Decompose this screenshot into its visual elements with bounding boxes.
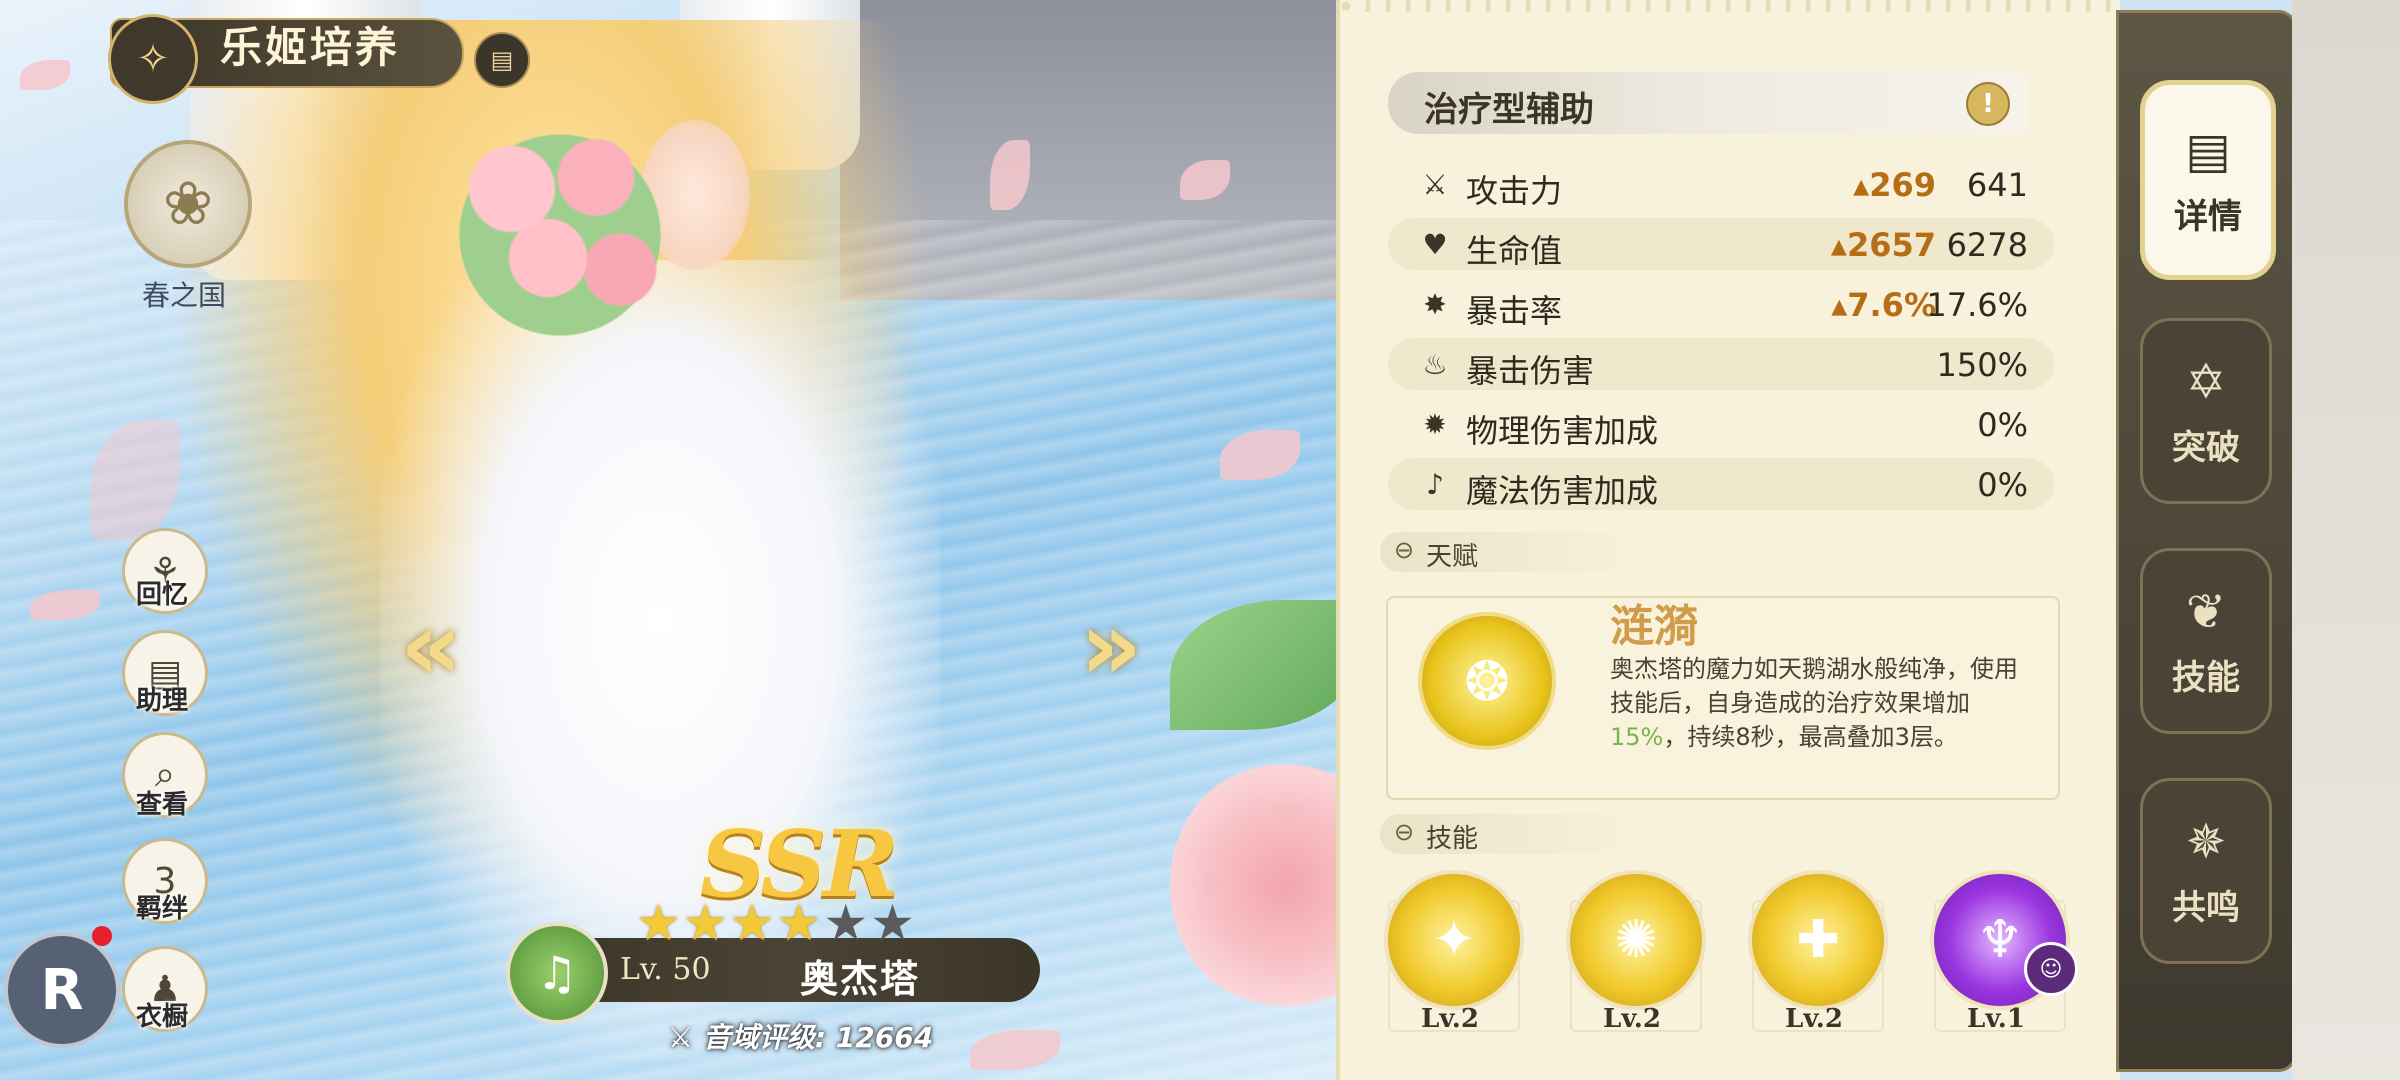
range-rating-text: 音域评级: 12664 — [702, 1021, 934, 1054]
stat-name: 暴击率 — [1466, 292, 1563, 330]
lyre-emblem-icon[interactable]: ✧ — [108, 14, 198, 104]
stat-value: 0% — [1977, 466, 2028, 504]
flower-emblem-icon[interactable]: ❀ — [124, 140, 252, 268]
eye-icon: ⊖ — [1394, 818, 1415, 846]
tab-details[interactable]: ▤ 详情 — [2140, 80, 2276, 280]
talent-desc-part1: 奥杰塔的魔力如天鹅湖水般纯净，使用技能后，自身造成的治疗效果增加 — [1610, 655, 2018, 717]
talent-name: 涟漪 — [1610, 601, 1698, 652]
stat-value: 6278 — [1946, 226, 2028, 264]
side-label-assist: 助理 — [135, 686, 188, 716]
star-icon: ★ — [870, 894, 915, 952]
panel-top-border — [1336, 0, 2116, 12]
role-label: 治疗型辅助 — [1424, 90, 1594, 130]
tab-breakthrough[interactable]: ✡ 突破 — [2140, 318, 2272, 504]
next-character-arrow-icon[interactable]: » — [1066, 590, 1156, 702]
petal — [20, 60, 70, 90]
heart-icon: ♥ — [1422, 228, 1448, 261]
physical-damage-icon: ✹ — [1423, 408, 1447, 441]
stat-row: ✹ 物理伤害加成 0% — [1388, 398, 2054, 450]
eye-icon: ⊖ — [1394, 536, 1415, 564]
magic-damage-icon: ♪ — [1426, 468, 1444, 501]
stat-name: 生命值 — [1466, 232, 1563, 270]
document-icon[interactable]: ▤ — [474, 32, 530, 88]
star-icon: ★ — [636, 894, 681, 952]
sword-icon: ⚔ — [1422, 168, 1448, 201]
skill-icon-3[interactable]: ✚ — [1748, 870, 1888, 1010]
stat-row: ✸ 暴击率 ▴7.6% 17.6% — [1388, 278, 2054, 330]
side-label-memory: 回忆 — [135, 580, 188, 610]
tab-resonance-label: 共鸣 — [2172, 887, 2240, 928]
breakthrough-icon: ✡ — [2185, 353, 2227, 410]
stat-row: ⚔ 攻击力 ▴269 641 — [1388, 158, 2054, 210]
tab-resonance[interactable]: ✵ 共鸣 — [2140, 778, 2272, 964]
skill-icon-1[interactable]: ✦ — [1384, 870, 1524, 1010]
character-level: Lv. 50 — [620, 952, 711, 987]
skill-level-4: Lv.1 — [1967, 1004, 2025, 1034]
skills-section-header: ⊖ 技能 — [1380, 814, 1650, 854]
talent-section-label: 天赋 — [1426, 542, 1479, 572]
resonance-icon: ✵ — [2185, 813, 2227, 870]
stat-value: 641 — [1966, 166, 2028, 204]
details-icon: ▤ — [2185, 122, 2231, 179]
talent-description: 奥杰塔的魔力如天鹅湖水般纯净，使用技能后，自身造成的治疗效果增加 15%，持续8秒… — [1610, 652, 2030, 754]
crit-star-icon: ✸ — [1423, 288, 1447, 321]
stat-row: ♥ 生命值 ▴2657 6278 — [1388, 218, 2054, 270]
stat-row: ♨ 暴击伤害 150% — [1388, 338, 2054, 390]
star-icon: ★ — [823, 894, 869, 952]
info-icon[interactable]: ! — [1966, 82, 2010, 126]
region-label: 春之国 — [141, 279, 226, 312]
side-label-wardrobe: 衣橱 — [135, 1002, 188, 1032]
stat-name: 暴击伤害 — [1466, 352, 1595, 390]
stat-name: 攻击力 — [1466, 172, 1563, 210]
skill-level-1: Lv.2 — [1421, 1004, 1479, 1034]
skill-level-3: Lv.2 — [1785, 1004, 1843, 1034]
skill-level-2: Lv.2 — [1603, 1004, 1661, 1034]
prev-character-arrow-icon[interactable]: « — [386, 590, 476, 702]
tab-skills-label: 技能 — [2172, 657, 2240, 698]
talent-desc-highlight: 15% — [1610, 723, 1664, 751]
background-right — [2292, 0, 2400, 1080]
tab-skills[interactable]: ❦ 技能 — [2140, 548, 2272, 734]
stat-value: 17.6% — [1926, 286, 2028, 324]
swords-icon: ⚔ — [668, 1021, 703, 1054]
star-icon: ★ — [776, 894, 822, 952]
skills-section-label: 技能 — [1426, 824, 1479, 854]
page-title: 乐姬培养 — [220, 23, 401, 72]
star-rating: ★ ★ ★ ★ ★ ★ — [636, 898, 915, 948]
crit-damage-icon: ♨ — [1422, 348, 1448, 381]
talent-section-header: ⊖ 天赋 — [1380, 532, 1650, 572]
swan-talent-icon[interactable]: ❂ — [1418, 612, 1556, 750]
r-button[interactable]: R — [4, 932, 120, 1048]
stat-value: 0% — [1977, 406, 2028, 444]
talent-desc-part2: ，持续8秒，最高叠加3层。 — [1663, 723, 1958, 751]
skill-icon: ❦ — [2185, 583, 2227, 640]
side-label-view: 查看 — [135, 790, 188, 820]
stat-value: 150% — [1936, 346, 2028, 384]
side-label-bond: 羁绊 — [135, 894, 188, 924]
star-icon: ★ — [682, 894, 728, 952]
character-name: 奥杰塔 — [800, 957, 921, 1001]
notification-dot — [92, 926, 112, 946]
star-icon: ★ — [729, 894, 775, 952]
stat-name: 物理伤害加成 — [1466, 412, 1659, 450]
rose-bouquet — [440, 120, 680, 350]
skill-icon-2[interactable]: ✺ — [1566, 870, 1706, 1010]
tab-details-label: 详情 — [2174, 196, 2242, 237]
stat-name: 魔法伤害加成 — [1466, 472, 1659, 510]
tab-breakthrough-label: 突破 — [2172, 427, 2240, 468]
character-avatar-badge: ☺ — [2024, 942, 2078, 996]
lyre-icon: ♫ — [506, 922, 608, 1024]
stat-row: ♪ 魔法伤害加成 0% — [1388, 458, 2054, 510]
range-rating: ⚔ 音域评级: 12664 — [668, 1016, 933, 1056]
